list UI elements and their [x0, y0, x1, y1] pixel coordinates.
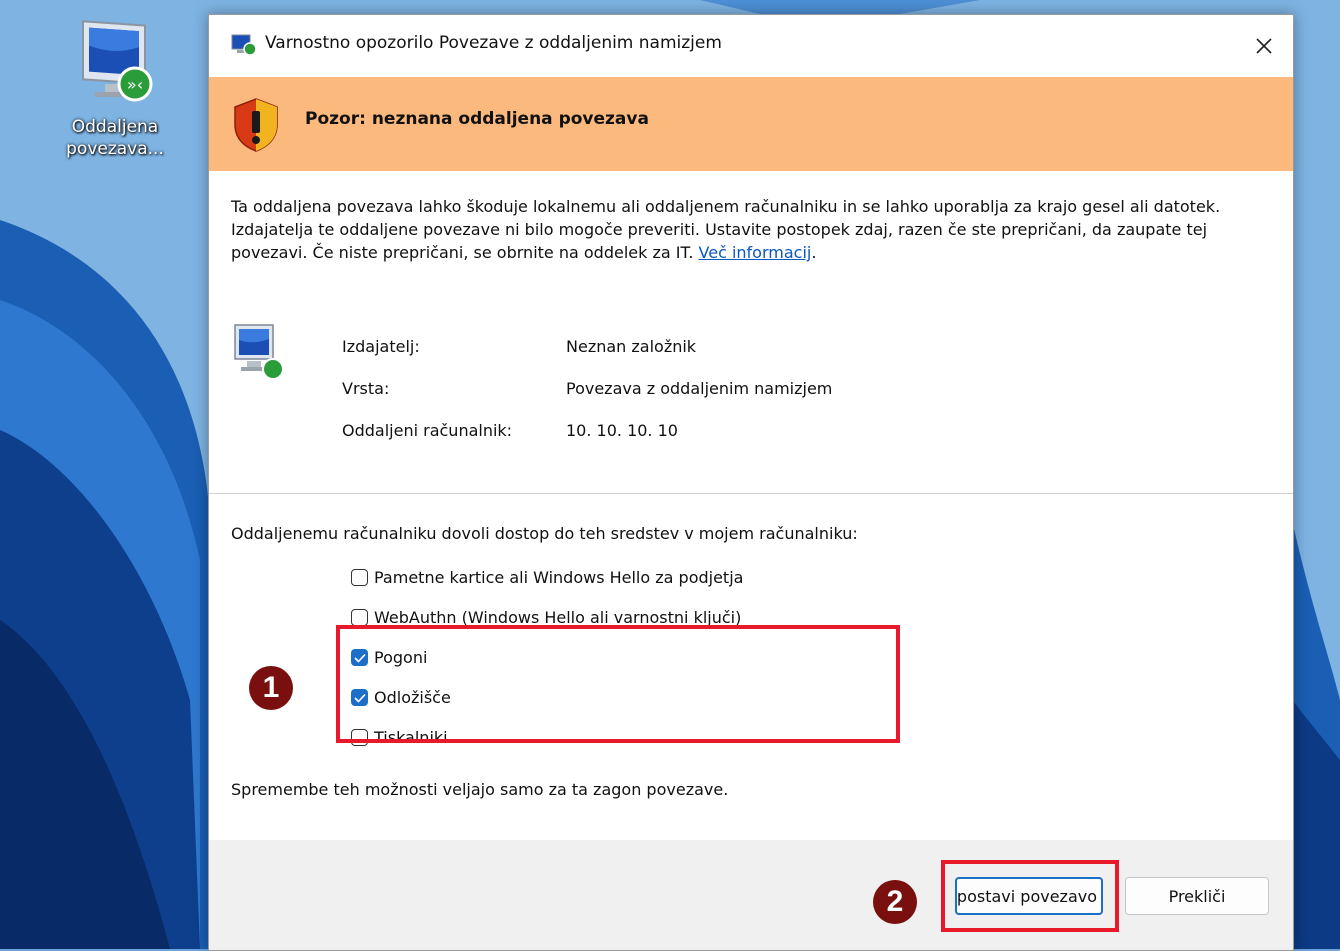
details-section: Ta oddaljena povezava lahko škoduje loka… — [209, 171, 1293, 494]
cancel-button[interactable]: Prekliči — [1125, 877, 1269, 915]
remote-computer-icon — [234, 324, 284, 380]
warning-banner: Pozor: neznana oddaljena povezava — [209, 77, 1293, 171]
close-icon — [1256, 38, 1272, 54]
dialog-footer: 2 Vzpostavi povezavo Prekliči — [209, 840, 1293, 950]
info-row-remote-computer: Oddaljeni računalnik: 10. 10. 10. 10 — [342, 421, 678, 440]
permission-smart-cards[interactable]: Pametne kartice ali Windows Hello za pod… — [351, 568, 743, 587]
desktop-icon-label: Oddaljena povezava... — [66, 117, 164, 159]
permissions-note: Spremembe teh možnosti veljajo samo za t… — [231, 780, 729, 799]
remote-computer-label: Oddaljeni računalnik: — [342, 421, 513, 440]
desktop-icon-remote-desktop[interactable]: »‹ Oddaljena povezava... — [50, 12, 180, 160]
publisher-value: Neznan založnik — [566, 337, 697, 356]
permissions-section: Oddaljenemu računalniku dovoli dostop do… — [209, 494, 1293, 841]
remote-desktop-app-icon — [231, 34, 257, 56]
info-row-type: Vrsta: Povezava z oddaljenim namizjem — [342, 379, 832, 398]
connect-button[interactable]: Vzpostavi povezavo — [955, 877, 1103, 915]
svg-text:»‹: »‹ — [127, 75, 143, 94]
warning-heading: Pozor: neznana oddaljena povezava — [305, 109, 649, 129]
type-label: Vrsta: — [342, 379, 390, 398]
step-badge-1: 1 — [249, 666, 293, 710]
security-warning-dialog: Varnostno opozorilo Povezave z oddaljeni… — [208, 14, 1294, 951]
checkbox-webauthn[interactable] — [351, 609, 368, 626]
warning-description: Ta oddaljena povezava lahko škoduje loka… — [231, 197, 1221, 262]
more-info-link[interactable]: Več informacij — [699, 243, 812, 262]
highlight-box-1 — [336, 625, 900, 743]
close-button[interactable] — [1235, 15, 1293, 77]
info-row-publisher: Izdajatelj: Neznan založnik — [342, 337, 696, 356]
permission-label: Pametne kartice ali Windows Hello za pod… — [374, 568, 744, 587]
checkbox-smart-cards[interactable] — [351, 569, 368, 586]
remote-computer-value: 10. 10. 10. 10 — [566, 421, 678, 440]
step-badge-2: 2 — [873, 880, 917, 924]
permissions-heading: Oddaljenemu računalniku dovoli dostop do… — [231, 524, 858, 543]
monitor-remote-icon: »‹ — [82, 20, 153, 102]
type-value: Povezava z oddaljenim namizjem — [566, 379, 833, 398]
title-bar: Varnostno opozorilo Povezave z oddaljeni… — [209, 15, 1293, 77]
publisher-label: Izdajatelj: — [342, 337, 420, 356]
dialog-title: Varnostno opozorilo Povezave z oddaljeni… — [265, 33, 722, 53]
warning-shield-icon — [234, 98, 278, 152]
